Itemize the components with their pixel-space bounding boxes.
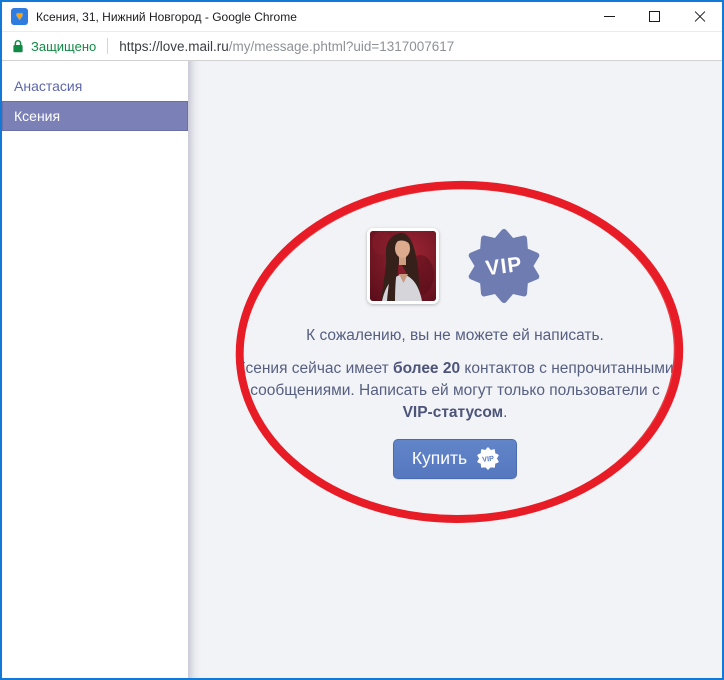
svg-text:VIP: VIP [484,253,523,280]
url-domain: https://love.mail.ru [119,39,229,54]
buy-button-label: Купить [412,448,467,469]
maximize-button[interactable] [632,2,677,31]
message-pane: VIP К сожалению, вы не можете ей написат… [188,61,722,678]
portrait-image [370,231,436,301]
url-path: /my/message.phtml?uid=1317007617 [229,39,455,54]
profile-photo[interactable] [367,228,439,304]
lock-icon [12,39,24,53]
profile-row: VIP [188,228,722,304]
window-title: Ксения, 31, Нижний Новгород - Google Chr… [36,10,587,24]
vip-required-message: Ксения сейчас имеет более 20 контактов с… [234,358,676,424]
sidebar-item-ksenia[interactable]: Ксения [2,101,188,131]
window-controls [587,2,722,31]
content-area: Анастасия Ксения [2,61,722,678]
minimize-button[interactable] [587,2,632,31]
message-bold-vip: VIP-статусом [403,404,504,421]
url-field[interactable]: https://love.mail.ru/my/message.phtml?ui… [119,39,454,54]
svg-text:VIP: VIP [482,454,495,464]
title-bar[interactable]: ♥ Ксения, 31, Нижний Новгород - Google C… [2,2,722,31]
security-label[interactable]: Защищено [31,39,96,54]
message-part1: Ксения сейчас имеет [236,360,393,377]
vip-mini-icon: VIP [476,447,500,470]
address-divider [107,38,108,54]
message-part3: . [503,404,507,421]
close-icon [694,11,706,23]
minimize-icon [604,16,615,17]
vip-block: VIP К сожалению, вы не можете ей написат… [188,61,722,479]
close-button[interactable] [677,2,722,31]
message-bold-contacts: более 20 [393,360,460,377]
site-favicon: ♥ [11,8,28,25]
maximize-icon [649,11,660,22]
address-bar[interactable]: Защищено https://love.mail.ru/my/message… [2,31,722,61]
heart-icon: ♥ [16,8,23,25]
buy-vip-button[interactable]: Купить VIP [393,439,517,479]
cannot-write-headline: К сожалению, вы не можете ей написать. [188,327,722,345]
contacts-sidebar: Анастасия Ксения [2,61,188,678]
browser-window: ♥ Ксения, 31, Нижний Новгород - Google C… [0,0,724,680]
vip-badge-icon: VIP [465,228,543,304]
sidebar-item-anastasia[interactable]: Анастасия [2,71,188,101]
